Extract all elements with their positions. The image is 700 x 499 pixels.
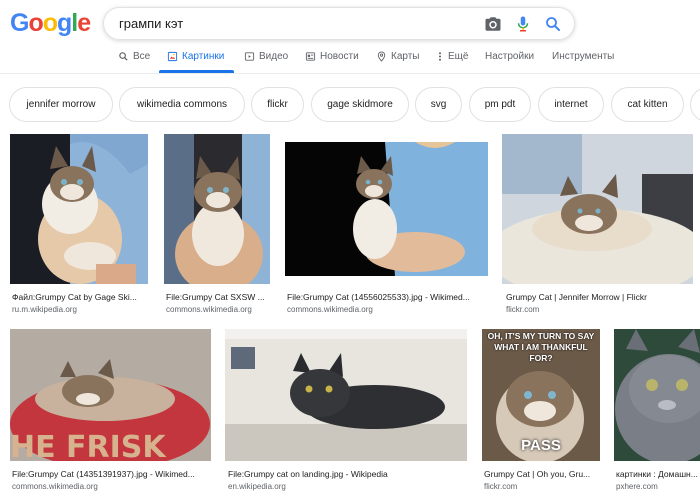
result-source: commons.wikimedia.org xyxy=(166,305,252,314)
cat-photo xyxy=(164,134,270,284)
tab-bar: Все Картинки Видео Новости Карты Ещё Нас… xyxy=(0,46,700,74)
logo-letter: G xyxy=(10,9,29,37)
result-title[interactable]: File:Grumpy Cat (14351391937).jpg - Wiki… xyxy=(12,469,210,479)
logo-letter: o xyxy=(42,9,58,37)
tab-label: Все xyxy=(133,51,151,62)
search-input[interactable]: грампи кэт xyxy=(119,16,183,31)
chip-internet[interactable]: internet xyxy=(538,87,604,122)
result-source: en.wikipedia.org xyxy=(228,482,286,491)
chip-pm-pdt[interactable]: pm pdt xyxy=(469,87,531,122)
result-title[interactable]: Файл:Grumpy Cat by Gage Ski... xyxy=(12,292,148,302)
result-title[interactable]: Grumpy Cat | Oh you, Gru... xyxy=(484,469,598,479)
more-icon xyxy=(438,52,442,61)
result-title[interactable]: File:Grumpy Cat (14556025533).jpg - Wiki… xyxy=(287,292,487,302)
logo-letter: o xyxy=(28,9,43,37)
tab-label: Новости xyxy=(320,51,359,62)
chip-svg[interactable]: svg xyxy=(415,87,462,122)
chip-overflow[interactable] xyxy=(690,87,700,122)
cat-photo xyxy=(614,329,700,461)
tab-video[interactable]: Видео xyxy=(244,51,288,62)
chip-gage-skidmore[interactable]: gage skidmore xyxy=(311,87,409,122)
result-title[interactable]: Grumpy Cat | Jennifer Morrow | Flickr xyxy=(506,292,692,302)
chip-flickr[interactable]: flickr xyxy=(251,87,304,122)
result-image[interactable] xyxy=(285,134,488,284)
meme-top-text: OH, IT'S MY TURN TO SAY WHAT I AM THANKF… xyxy=(487,331,595,363)
tab-label: Инструменты xyxy=(552,51,615,62)
result-image[interactable] xyxy=(10,134,148,284)
google-logo[interactable]: Google xyxy=(10,9,91,38)
tab-more[interactable]: Ещё xyxy=(436,51,468,62)
tab-label: Настройки xyxy=(485,51,535,62)
tab-settings[interactable]: Настройки xyxy=(485,51,534,62)
cat-photo xyxy=(10,134,148,284)
result-image[interactable] xyxy=(164,134,270,284)
result-title[interactable]: File:Grumpy cat on landing.jpg - Wikiped… xyxy=(228,469,466,479)
tab-label: Видео xyxy=(259,51,289,62)
result-source: commons.wikimedia.org xyxy=(12,482,98,491)
result-image[interactable] xyxy=(225,329,467,461)
chip-wikimedia-commons[interactable]: wikimedia commons xyxy=(119,87,245,122)
cat-photo xyxy=(285,134,488,284)
chip-cat-kitten[interactable]: cat kitten xyxy=(611,87,684,122)
search-box[interactable]: грампи кэт xyxy=(103,7,575,40)
result-source: commons.wikimedia.org xyxy=(287,305,373,314)
news-icon xyxy=(305,52,316,61)
microphone-icon[interactable] xyxy=(514,15,532,33)
result-title[interactable]: File:Grumpy Cat SXSW ... xyxy=(166,292,270,302)
tab-all[interactable]: Все xyxy=(118,51,150,62)
pillow-lettering: HE FRISK xyxy=(10,430,167,461)
result-title[interactable]: картинки : Домашн... xyxy=(616,469,700,479)
chip-jennifer-morrow[interactable]: jennifer morrow xyxy=(9,87,113,122)
result-source: flickr.com xyxy=(484,482,518,491)
cat-photo: HE FRISK xyxy=(10,329,211,461)
tab-label: Карты xyxy=(391,51,420,62)
result-source: pxhere.com xyxy=(616,482,658,491)
meme-bottom-text: PASS xyxy=(521,437,561,454)
result-image[interactable]: OH, IT'S MY TURN TO SAY WHAT I AM THANKF… xyxy=(482,329,600,461)
result-image[interactable] xyxy=(614,329,700,461)
logo-letter: e xyxy=(77,9,91,37)
result-image[interactable] xyxy=(502,134,693,284)
map-pin-icon xyxy=(377,51,386,62)
result-image[interactable]: HE FRISK xyxy=(10,329,211,461)
camera-icon[interactable] xyxy=(484,15,502,33)
tab-tools[interactable]: Инструменты xyxy=(552,51,614,62)
search-icon xyxy=(119,52,128,61)
result-source: ru.m.wikipedia.org xyxy=(12,305,77,314)
cat-photo xyxy=(225,329,467,461)
tab-label: Ещё xyxy=(448,51,469,62)
image-icon xyxy=(167,51,178,62)
search-icon[interactable] xyxy=(544,15,562,33)
tab-news[interactable]: Новости xyxy=(305,51,359,62)
tab-label: Картинки xyxy=(182,51,225,62)
active-tab-indicator xyxy=(159,70,234,73)
cat-photo xyxy=(502,134,693,284)
tab-images[interactable]: Картинки xyxy=(167,51,224,62)
logo-letter: g xyxy=(57,9,72,37)
video-icon xyxy=(244,52,255,61)
result-source: flickr.com xyxy=(506,305,540,314)
tab-maps[interactable]: Карты xyxy=(376,51,420,62)
